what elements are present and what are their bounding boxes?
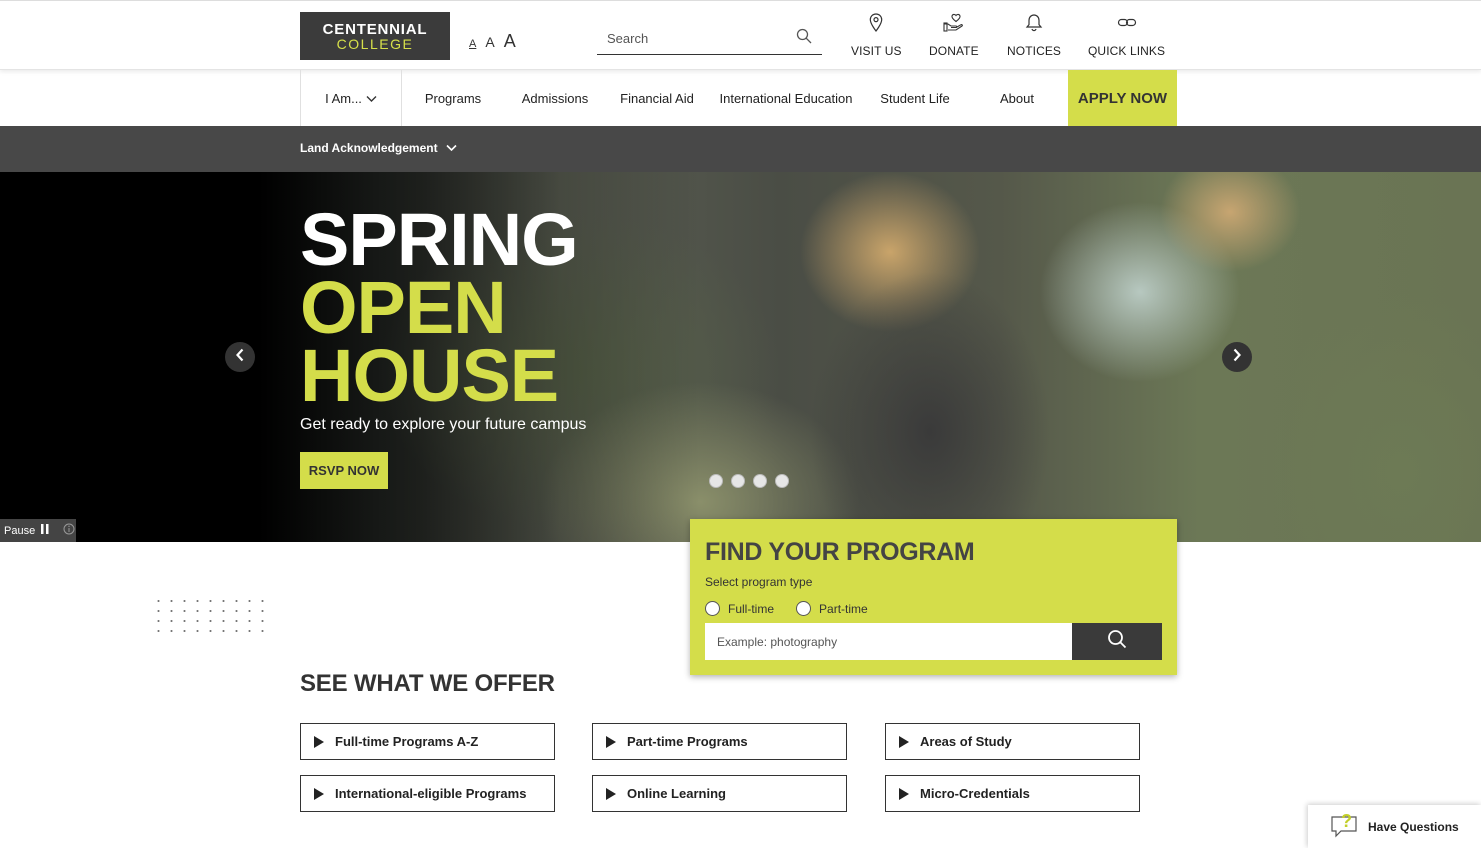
- hero-title-line1: SPRING: [300, 198, 579, 281]
- offer-micro-credentials-button[interactable]: Micro-Credentials: [885, 775, 1140, 812]
- carousel-dot[interactable]: [709, 474, 723, 488]
- visit-us-link[interactable]: VISIT US: [851, 13, 902, 58]
- offer-label: Full-time Programs A-Z: [335, 734, 479, 749]
- search-input[interactable]: [597, 24, 787, 52]
- offer-label: Areas of Study: [920, 734, 1012, 749]
- nav-i-am-dropdown[interactable]: I Am...: [301, 70, 402, 126]
- search-icon[interactable]: [796, 28, 812, 49]
- offer-online-learning-button[interactable]: Online Learning: [592, 775, 847, 812]
- full-time-radio[interactable]: Full-time: [705, 601, 774, 616]
- donate-hand-heart-icon: [943, 13, 965, 37]
- notices-link[interactable]: NOTICES: [1007, 13, 1061, 58]
- play-triangle-icon: [899, 735, 909, 748]
- map-pin-icon: [869, 13, 883, 37]
- land-acknowledgement-bar: Land Acknowledgement: [0, 126, 1481, 172]
- pause-button[interactable]: Pause: [4, 524, 49, 537]
- program-search-button[interactable]: [1072, 623, 1162, 660]
- rsvp-now-button[interactable]: RSVP NOW: [300, 452, 388, 489]
- offer-label: Part-time Programs: [627, 734, 748, 749]
- radio-circle[interactable]: [705, 601, 720, 616]
- land-acknowledgement-label: Land Acknowledgement: [300, 141, 438, 155]
- font-size-controls: A A A: [469, 31, 516, 52]
- hero-carousel: SPRING OPEN HOUSE Get ready to explore y…: [0, 172, 1481, 542]
- radio-circle[interactable]: [796, 601, 812, 616]
- pause-icon: [41, 524, 49, 537]
- program-type-label: Select program type: [705, 575, 813, 589]
- decorative-dot-pattern: [152, 596, 264, 638]
- land-acknowledgement-toggle[interactable]: Land Acknowledgement: [300, 141, 457, 155]
- pause-label: Pause: [4, 524, 36, 537]
- part-time-label: Part-time: [819, 601, 868, 616]
- play-triangle-icon: [899, 787, 909, 800]
- main-navigation: I Am... Programs Admissions Financial Ai…: [300, 70, 1177, 126]
- bell-icon: [1025, 13, 1043, 37]
- font-size-large-button[interactable]: A: [504, 31, 516, 52]
- search-icon: [1107, 629, 1127, 654]
- play-triangle-icon: [314, 735, 324, 748]
- carousel-dot[interactable]: [731, 474, 745, 488]
- nav-item-admissions[interactable]: Admissions: [504, 70, 606, 126]
- centennial-college-logo[interactable]: CENTENNIAL COLLEGE: [300, 12, 450, 60]
- part-time-radio[interactable]: Part-time: [796, 601, 868, 616]
- quick-links-label: QUICK LINKS: [1088, 44, 1166, 58]
- hero-title: SPRING OPEN HOUSE: [300, 198, 579, 417]
- logo-line1: CENTENNIAL: [322, 20, 428, 38]
- offer-label: Micro-Credentials: [920, 786, 1030, 801]
- offer-part-time-programs-button[interactable]: Part-time Programs: [592, 723, 847, 760]
- carousel-pause-bar: Pause: [0, 519, 76, 542]
- program-type-options: Full-time Part-time: [705, 601, 868, 616]
- logo-line2: COLLEGE: [336, 35, 414, 52]
- search-box: [597, 24, 822, 55]
- find-program-panel: FIND YOUR PROGRAM Select program type Fu…: [690, 519, 1177, 675]
- nav-item-programs[interactable]: Programs: [402, 70, 504, 126]
- apply-now-button[interactable]: APPLY NOW: [1068, 70, 1177, 126]
- nav-item-about[interactable]: About: [966, 70, 1068, 126]
- play-triangle-icon: [606, 735, 616, 748]
- carousel-prev-button[interactable]: [225, 342, 255, 372]
- question-chat-bubble-icon: ?: [1330, 811, 1360, 842]
- top-header: CENTENNIAL COLLEGE A A A VISIT US DONATE…: [0, 0, 1481, 70]
- chevron-down-icon: [446, 141, 457, 155]
- nav-item-student-life[interactable]: Student Life: [864, 70, 966, 126]
- offers-section-title: SEE WHAT WE OFFER: [300, 670, 555, 697]
- chevron-down-icon: [366, 91, 377, 106]
- find-program-title: FIND YOUR PROGRAM: [705, 538, 975, 566]
- font-size-medium-button[interactable]: A: [485, 34, 494, 50]
- donate-link[interactable]: DONATE: [929, 13, 979, 58]
- offer-areas-of-study-button[interactable]: Areas of Study: [885, 723, 1140, 760]
- nav-item-international-education[interactable]: International Education: [708, 70, 864, 126]
- offer-label: International-eligible Programs: [335, 786, 527, 801]
- play-triangle-icon: [606, 787, 616, 800]
- full-time-label: Full-time: [728, 601, 775, 616]
- info-icon[interactable]: [63, 523, 75, 538]
- hero-subtitle: Get ready to explore your future campus: [300, 416, 587, 433]
- have-questions-label: Have Questions: [1368, 819, 1459, 834]
- carousel-dot[interactable]: [753, 474, 767, 488]
- carousel-pagination: [709, 474, 789, 488]
- program-search-input[interactable]: [705, 623, 1072, 660]
- notices-label: NOTICES: [1007, 44, 1062, 58]
- nav-i-am-label: I Am...: [325, 90, 362, 106]
- font-size-small-button[interactable]: A: [469, 38, 476, 50]
- have-questions-chat-button[interactable]: ? Have Questions: [1308, 805, 1481, 848]
- chevron-left-icon: [235, 348, 245, 367]
- offer-full-time-programs-button[interactable]: Full-time Programs A-Z: [300, 723, 555, 760]
- svg-text:?: ?: [1341, 811, 1352, 831]
- nav-item-financial-aid[interactable]: Financial Aid: [606, 70, 708, 126]
- hero-title-line3: HOUSE: [300, 334, 559, 417]
- quick-links-link[interactable]: QUICK LINKS: [1088, 13, 1165, 58]
- visit-us-label: VISIT US: [851, 44, 902, 58]
- donate-label: DONATE: [929, 44, 979, 58]
- link-icon: [1117, 13, 1137, 37]
- play-triangle-icon: [314, 787, 324, 800]
- offer-international-eligible-button[interactable]: International-eligible Programs: [300, 775, 555, 812]
- chevron-right-icon: [1232, 348, 1242, 367]
- carousel-dot[interactable]: [775, 474, 789, 488]
- offer-label: Online Learning: [627, 786, 726, 801]
- hero-title-line2: OPEN: [300, 266, 507, 349]
- carousel-next-button[interactable]: [1222, 342, 1252, 372]
